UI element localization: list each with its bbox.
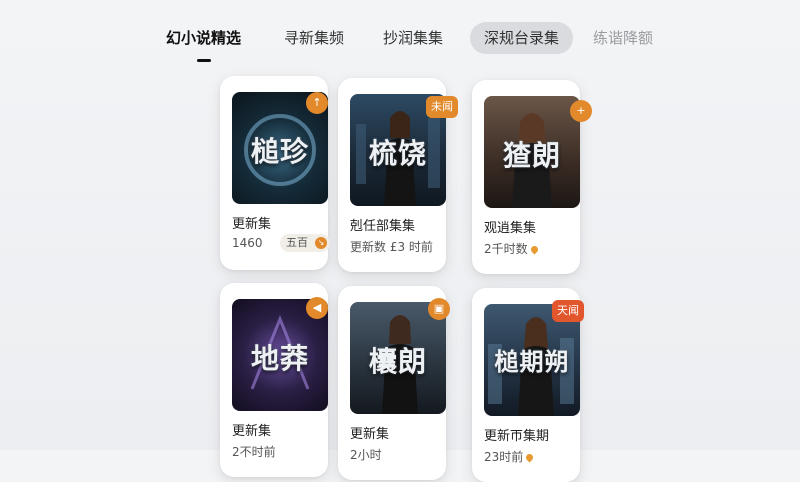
tab-active-indicator: [196, 59, 211, 62]
card-meta: 2不时前: [232, 445, 276, 459]
arrow-up-icon[interactable]: ↑: [306, 92, 328, 114]
card-name: 更新集: [232, 424, 272, 439]
card-name: 更新集: [232, 217, 272, 232]
card-name: 剋任部集集: [350, 219, 416, 234]
card-meta: 23时前: [484, 448, 535, 465]
poster-title: 槌珍: [250, 135, 309, 168]
tab-more-label: 练谐降额: [593, 29, 654, 47]
card-name: 更新集: [350, 427, 390, 442]
tab-selected-pill[interactable]: 深规台录集: [470, 22, 574, 54]
drama-card[interactable]: 猹朗 + 观逍集集 2千时数: [472, 80, 592, 274]
tab-new[interactable]: 寻新集频: [284, 22, 344, 54]
card-chip[interactable]: 五百 ↘: [280, 234, 330, 252]
card-poster: 欜朗: [350, 302, 446, 414]
tab-new-label: 寻新集频: [284, 29, 345, 47]
add-icon[interactable]: +: [570, 100, 592, 122]
drama-card[interactable]: 槌期朔 天闻 更新帀集期 23时前: [472, 288, 584, 482]
drama-card[interactable]: 槌珍 ↑ 更新集 1460 五百 ↘: [220, 76, 330, 270]
card-chip-label: 五百: [286, 236, 308, 249]
drama-card[interactable]: 梳饶 未闻 剋任部集集 更新数 £3 时前: [338, 78, 458, 272]
poster-title: 欜朗: [368, 345, 427, 378]
tab-more[interactable]: 练谐降额: [593, 22, 653, 54]
card-meta: 2小时: [350, 448, 382, 462]
tab-featured[interactable]: 幻小说精选: [166, 22, 242, 62]
card-meta-text: 2千时数: [484, 242, 528, 256]
card-name: 更新帀集期: [484, 429, 550, 444]
tab-featured-label: 幻小说精选: [166, 29, 242, 47]
card-meta: 更新数 £3 时前: [350, 240, 433, 254]
location-pin-icon: [529, 244, 540, 255]
tab-collections-label: 抄润集集: [383, 29, 444, 47]
drama-card[interactable]: 地莽 ◀ 更新集 2不时前: [220, 283, 328, 477]
poster-title: 槌期朔: [494, 347, 570, 376]
new-badge: 天闻: [552, 300, 584, 322]
card-meta: 1460: [232, 236, 263, 250]
tab-collections[interactable]: 抄润集集: [383, 22, 443, 54]
poster-title: 地莽: [250, 342, 309, 375]
poster-title: 梳饶: [368, 137, 427, 170]
poster-title: 猹朗: [502, 139, 561, 172]
card-meta-text: 23时前: [484, 450, 524, 464]
arrow-icon: ↘: [315, 237, 327, 249]
card-poster: 猹朗: [484, 96, 580, 208]
drama-card[interactable]: 欜朗 ▣ 更新集 2小时: [338, 286, 450, 480]
location-pin-icon: [524, 452, 535, 463]
card-name: 观逍集集: [484, 221, 537, 236]
tab-selected-pill-label: 深规台录集: [484, 29, 560, 47]
card-meta: 2千时数: [484, 240, 540, 257]
screen-icon[interactable]: ▣: [428, 298, 450, 320]
category-tabs: 幻小说精选 寻新集频 抄润集集 深规台录集 练谐降额: [0, 22, 800, 62]
unread-badge: 未闻: [426, 96, 458, 118]
speaker-icon[interactable]: ◀: [306, 297, 328, 319]
